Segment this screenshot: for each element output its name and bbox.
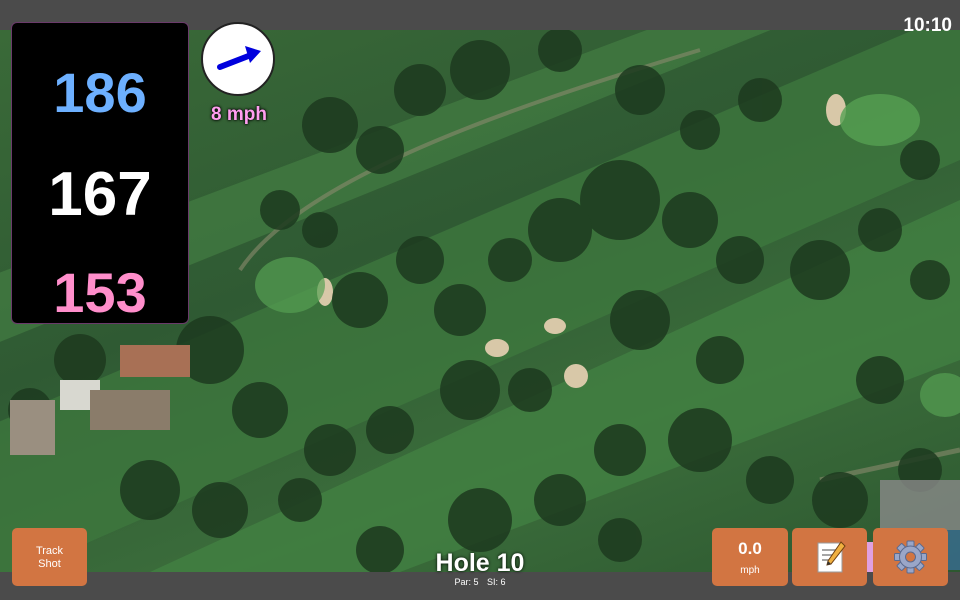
hole-stroke-index: SI: 6 <box>487 577 506 587</box>
back-of-green-distance: 186 <box>53 61 147 124</box>
track-shot-label-line2: Shot <box>38 558 61 570</box>
wind-arrow-icon <box>217 46 261 70</box>
memo-icon <box>817 541 846 573</box>
distance-panel: 186 167 153 <box>11 22 189 324</box>
wind-adjust-button[interactable]: 0.0 mph <box>712 528 788 586</box>
gear-icon <box>894 540 927 574</box>
wind-adjust-value: 0.0 <box>738 539 762 558</box>
track-shot-label-line1: Track <box>35 545 64 557</box>
hole-par: Par: 5 <box>454 577 479 587</box>
hole-info: Par: 5 SI: 6 <box>380 577 580 587</box>
track-shot-button[interactable]: Track Shot <box>12 528 87 586</box>
wind-direction-dial <box>201 22 275 96</box>
hole-title: Hole 10 <box>435 549 525 577</box>
settings-button[interactable] <box>873 528 948 586</box>
front-of-green-distance: 153 <box>53 261 147 324</box>
wind-adjust-unit: mph <box>740 565 760 576</box>
middle-of-green-distance: 167 <box>48 160 152 229</box>
clock: 10:10 <box>903 15 952 36</box>
notes-button[interactable] <box>792 528 867 586</box>
wind-speed-label: 8 mph <box>211 104 267 125</box>
